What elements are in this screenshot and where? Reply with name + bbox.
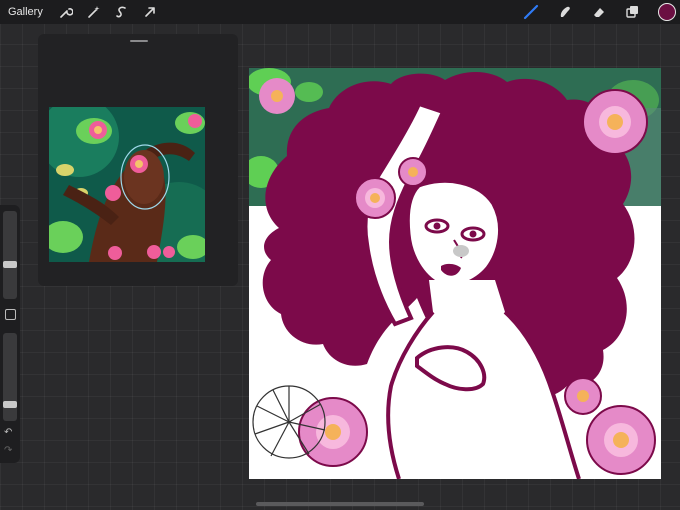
layers-icon[interactable] — [624, 3, 642, 21]
brush-icon[interactable] — [522, 3, 540, 21]
active-color-swatch[interactable] — [658, 3, 676, 21]
eraser-icon[interactable] — [590, 3, 608, 21]
transform-arrow-icon[interactable] — [141, 3, 159, 21]
opacity-slider[interactable] — [3, 333, 17, 421]
wrench-icon[interactable] — [57, 3, 75, 21]
home-indicator — [256, 502, 424, 506]
drawing-canvas[interactable] — [249, 68, 661, 479]
tool-group — [506, 0, 680, 24]
opacity-thumb[interactable] — [3, 401, 17, 408]
modify-button[interactable] — [5, 309, 16, 320]
brush-size-thumb[interactable] — [3, 261, 17, 268]
reference-panel[interactable] — [38, 34, 238, 286]
top-toolbar: Gallery — [0, 0, 680, 24]
brush-size-slider[interactable] — [3, 211, 17, 299]
redo-button[interactable]: ↷ — [4, 445, 12, 456]
artwork — [249, 68, 661, 479]
magic-wand-icon[interactable] — [85, 3, 103, 21]
selection-icon[interactable] — [113, 3, 131, 21]
left-sidebar: ↶ ↷ — [0, 205, 20, 463]
smudge-icon[interactable] — [556, 3, 574, 21]
gallery-button[interactable]: Gallery — [8, 6, 43, 18]
undo-button[interactable]: ↶ — [4, 427, 12, 438]
panel-drag-handle[interactable] — [130, 40, 148, 42]
reference-painting — [49, 107, 205, 262]
